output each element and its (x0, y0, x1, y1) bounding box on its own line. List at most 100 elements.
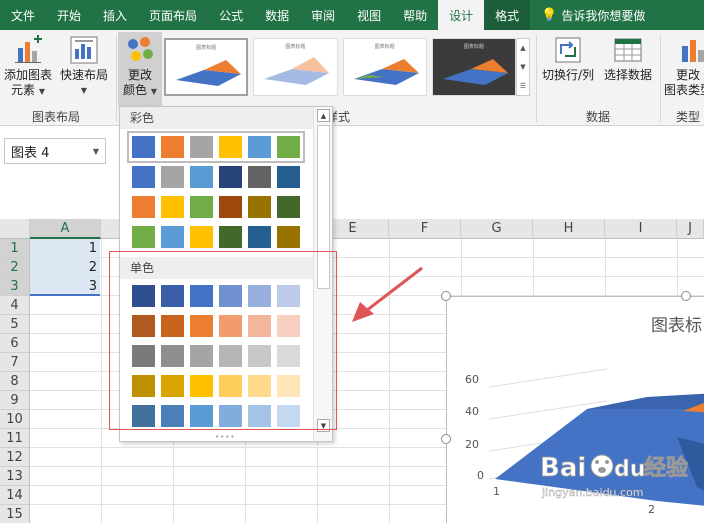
column-header-f[interactable]: F (389, 219, 461, 239)
row-header[interactable]: 9 (0, 391, 30, 410)
quick-layout-button[interactable]: 快速布局 ▼ (60, 34, 108, 98)
row-header[interactable]: 7 (0, 353, 30, 372)
select-data-button[interactable]: 选择数据 (604, 34, 652, 83)
color-swatch (190, 315, 213, 337)
tab-file[interactable]: 文件 (0, 0, 46, 30)
color-swatch (132, 345, 155, 367)
color-swatch (219, 196, 242, 218)
color-swatch (248, 375, 271, 397)
chart-style-thumb-1[interactable]: 图表标题 (164, 38, 249, 96)
row-header[interactable]: 13 (0, 467, 30, 486)
tab-formulas[interactable]: 公式 (208, 0, 254, 30)
change-chart-type-button[interactable]: 更改 图表类型 (664, 34, 704, 98)
row-header[interactable]: 12 (0, 448, 30, 467)
chevron-down-icon[interactable]: ▼ (317, 419, 330, 432)
tab-data[interactable]: 数据 (254, 0, 300, 30)
name-box-value: 图表 4 (11, 145, 50, 161)
color-row-mono-2[interactable] (132, 315, 300, 337)
color-swatch (161, 285, 184, 307)
scrollbar-thumb[interactable] (317, 125, 330, 289)
row-header[interactable]: 11 (0, 429, 30, 448)
tab-help[interactable]: 帮助 (392, 0, 438, 30)
add-chart-element-button[interactable]: 添加图表 元素 ▼ (4, 34, 52, 99)
row-header[interactable]: 8 (0, 372, 30, 391)
name-box[interactable]: 图表 4 ▼ (4, 138, 106, 164)
ribbon-separator (660, 36, 661, 122)
column-header-h[interactable]: H (533, 219, 605, 239)
popup-scrollbar[interactable]: ▲ ▼ (313, 107, 332, 441)
chevron-down-icon[interactable]: ▼ (93, 147, 99, 156)
color-swatch (190, 375, 213, 397)
color-swatch (219, 375, 242, 397)
tab-page-layout[interactable]: 页面布局 (138, 0, 208, 30)
chart-resize-handle[interactable] (681, 291, 691, 301)
quick-layout-label: 快速布局 (60, 68, 109, 82)
tell-me-text: 告诉我你想要做 (561, 8, 646, 23)
column-header-a[interactable]: A (30, 219, 101, 239)
color-swatch (248, 405, 271, 427)
tab-insert[interactable]: 插入 (92, 0, 138, 30)
row-header[interactable]: 10 (0, 410, 30, 429)
change-chart-type-label-1: 更改 (676, 68, 701, 82)
tab-view[interactable]: 视图 (346, 0, 392, 30)
color-row-colorful-3[interactable] (132, 196, 300, 218)
color-row-mono-5[interactable] (132, 405, 300, 427)
row-header[interactable]: 6 (0, 334, 30, 353)
chart-resize-handle[interactable] (441, 434, 451, 444)
color-row-mono-3[interactable] (132, 345, 300, 367)
chart-style-thumb-2[interactable]: 图表标题 (253, 38, 338, 96)
switch-row-column-button[interactable]: 切换行/列 (542, 34, 594, 83)
chevron-up-icon[interactable]: ▲ (317, 109, 330, 122)
color-row-mono-4[interactable] (132, 375, 300, 397)
tab-design[interactable]: 设计 (438, 0, 485, 30)
color-row-colorful-2[interactable] (132, 166, 300, 188)
add-chart-element-label-1: 添加图表 (4, 68, 53, 82)
color-swatch (161, 405, 184, 427)
switch-row-column-icon (552, 34, 584, 66)
baidu-watermark: Bai du 经验 jingyan.baidu.com (540, 446, 704, 506)
cell-a3[interactable]: 3 (30, 277, 100, 296)
color-swatch (190, 166, 213, 188)
row-header[interactable]: 1 (0, 239, 30, 258)
color-swatch (190, 136, 213, 158)
color-row-colorful-1[interactable] (127, 131, 305, 163)
select-all-corner[interactable] (0, 219, 30, 239)
ribbon-tabs: 文件 开始 插入 页面布局 公式 数据 审阅 视图 帮助 设计 格式 💡 告诉我… (0, 0, 704, 30)
color-swatch (219, 285, 242, 307)
group-label-chart-layouts: 图表布局 (32, 110, 81, 124)
color-swatch (190, 226, 213, 248)
color-swatch (161, 375, 184, 397)
column-header-i[interactable]: I (605, 219, 677, 239)
chart-style-thumb-3[interactable]: 图表标题 (342, 38, 427, 96)
row-header[interactable]: 4 (0, 296, 30, 315)
change-colors-button[interactable]: 更改 颜色 ▼ (118, 32, 162, 106)
add-chart-element-label-2: 元素 (11, 83, 36, 97)
chart-styles-gallery: 图表标题 图表标题 图表标题 图表标题 (164, 38, 517, 96)
chevron-up-icon[interactable]: ▲ (520, 44, 525, 52)
row-header[interactable]: 15 (0, 505, 30, 523)
column-header-g[interactable]: G (461, 219, 533, 239)
row-header[interactable]: 2 (0, 258, 30, 277)
row-header[interactable]: 14 (0, 486, 30, 505)
chart-resize-handle[interactable] (441, 291, 451, 301)
color-swatch (277, 285, 300, 307)
color-row-mono-1[interactable] (132, 285, 300, 307)
tab-review[interactable]: 审阅 (300, 0, 346, 30)
tell-me-box[interactable]: 💡 告诉我你想要做 (530, 0, 656, 30)
change-chart-type-label-2: 图表类型 (664, 83, 704, 97)
row-header[interactable]: 5 (0, 315, 30, 334)
gallery-scrollbar[interactable]: ▲ ▼ ☰ (516, 38, 530, 96)
tab-home[interactable]: 开始 (46, 0, 92, 30)
ribbon-separator (536, 36, 537, 122)
tab-format[interactable]: 格式 (484, 0, 531, 30)
resize-grip-icon[interactable]: •••• (215, 433, 236, 441)
chart-style-thumb-4[interactable]: 图表标题 (431, 38, 517, 96)
row-header[interactable]: 3 (0, 277, 30, 296)
svg-text:Bai: Bai (540, 453, 586, 483)
cell-a2[interactable]: 2 (30, 258, 100, 277)
chevron-down-icon[interactable]: ▼ (520, 63, 525, 71)
more-icon[interactable]: ☰ (520, 82, 526, 90)
cell-a1[interactable]: 1 (30, 239, 100, 258)
color-row-colorful-4[interactable] (132, 226, 300, 248)
column-header-j[interactable]: J (677, 219, 704, 239)
